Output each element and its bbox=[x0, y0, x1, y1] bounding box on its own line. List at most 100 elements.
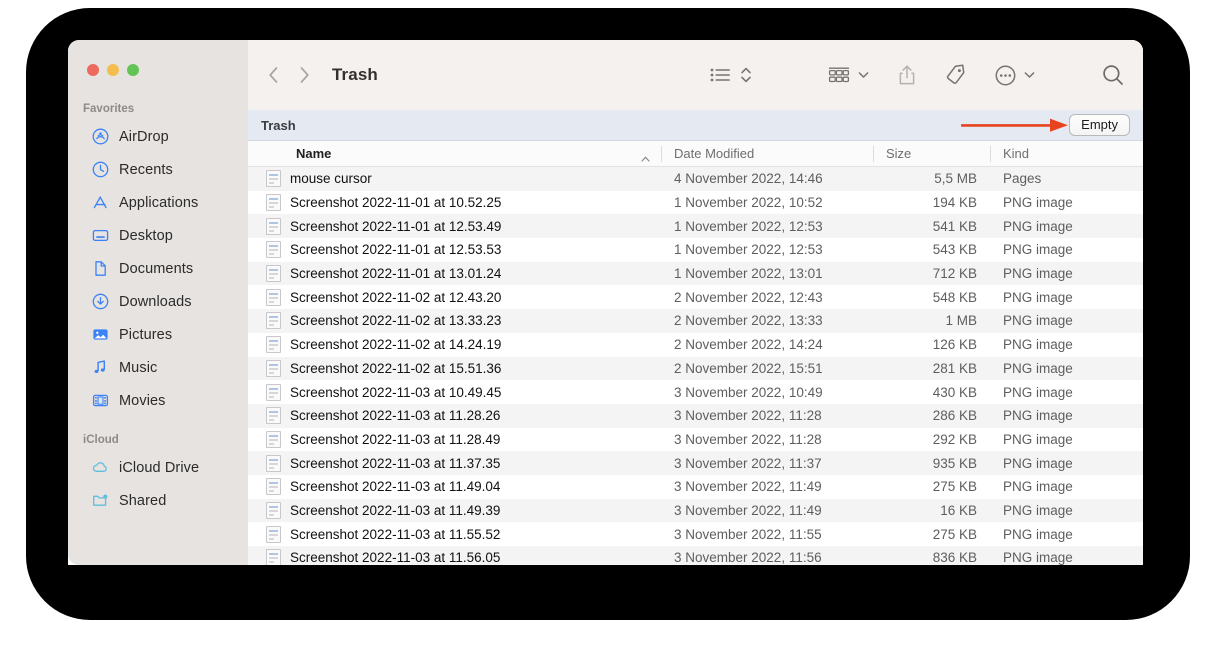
file-name-cell[interactable]: Screenshot 2022-11-02 at 15.51.36 bbox=[248, 357, 661, 381]
table-row[interactable]: Screenshot 2022-11-01 at 12.53.491 Novem… bbox=[248, 214, 1143, 238]
chevron-up-down-icon[interactable] bbox=[740, 59, 752, 91]
file-name-cell[interactable]: Screenshot 2022-11-01 at 12.53.49 bbox=[248, 214, 661, 238]
table-row[interactable]: Screenshot 2022-11-01 at 10.52.251 Novem… bbox=[248, 191, 1143, 215]
file-name-cell[interactable]: Screenshot 2022-11-03 at 11.56.05 bbox=[248, 546, 661, 565]
file-size-cell: 126 KB bbox=[873, 333, 990, 357]
file-name-label: Screenshot 2022-11-03 at 10.49.45 bbox=[290, 385, 501, 400]
column-header-size[interactable]: Size bbox=[873, 141, 990, 167]
table-row[interactable]: Screenshot 2022-11-01 at 13.01.241 Novem… bbox=[248, 262, 1143, 286]
sidebar-item-music[interactable]: Music bbox=[76, 351, 240, 384]
file-size-cell: 836 KB bbox=[873, 546, 990, 565]
share-icon[interactable] bbox=[897, 59, 917, 91]
zoom-button[interactable] bbox=[127, 64, 139, 76]
group-by-icon[interactable] bbox=[828, 59, 850, 91]
sidebar-item-label: iCloud Drive bbox=[119, 460, 199, 476]
table-row[interactable]: Screenshot 2022-11-02 at 12.43.20 2 Novem… bbox=[248, 285, 1143, 309]
file-size-cell: 286 KB bbox=[873, 404, 990, 428]
file-name-cell[interactable]: Screenshot 2022-11-03 at 11.37.35 bbox=[248, 451, 661, 475]
sidebar-item-icloud-drive[interactable]: iCloud Drive bbox=[76, 451, 240, 484]
chevron-down-icon[interactable] bbox=[1024, 59, 1035, 91]
sidebar-item-recents[interactable]: Recents bbox=[76, 153, 240, 186]
sidebar-item-label: Applications bbox=[119, 195, 198, 211]
file-name-cell[interactable]: Screenshot 2022-11-03 at 11.55.52 bbox=[248, 522, 661, 546]
table-row[interactable]: Screenshot 2022-11-03 at 10.49.453 Novem… bbox=[248, 380, 1143, 404]
file-kind-cell: PNG image bbox=[990, 475, 1143, 499]
file-name-label: Screenshot 2022-11-03 at 11.28.26 bbox=[290, 408, 500, 423]
file-date-cell: 3 November 2022, 11:49 bbox=[661, 499, 873, 523]
file-kind-cell: PNG image bbox=[990, 357, 1143, 381]
ellipsis-circle-icon[interactable] bbox=[995, 59, 1016, 91]
file-name-cell[interactable]: Screenshot 2022-11-03 at 11.28.49 bbox=[248, 428, 661, 452]
table-row[interactable]: Screenshot 2022-11-03 at 11.28.263 Novem… bbox=[248, 404, 1143, 428]
more-options-button[interactable] bbox=[995, 59, 1035, 91]
file-name-label: Screenshot 2022-11-02 at 13.33.23 bbox=[290, 313, 501, 328]
trash-label: Trash bbox=[261, 118, 296, 133]
file-name-label: Screenshot 2022-11-02 at 14.24.19 bbox=[290, 337, 501, 352]
view-options-group bbox=[710, 59, 752, 91]
file-name-cell[interactable]: Screenshot 2022-11-02 at 14.24.19 bbox=[248, 333, 661, 357]
table-row[interactable]: Screenshot 2022-11-02 at 15.51.362 Novem… bbox=[248, 357, 1143, 381]
sidebar-item-label: Pictures bbox=[119, 327, 172, 343]
sidebar-item-label: Documents bbox=[119, 261, 193, 277]
chevron-down-icon[interactable] bbox=[858, 59, 869, 91]
minimize-button[interactable] bbox=[107, 64, 119, 76]
file-thumbnail-icon bbox=[266, 218, 281, 235]
sidebar-item-shared[interactable]: Shared bbox=[76, 484, 240, 517]
table-row[interactable]: Screenshot 2022-11-03 at 11.37.353 Novem… bbox=[248, 451, 1143, 475]
file-size-cell: 275 KB bbox=[873, 522, 990, 546]
file-date-cell: 2 November 2022, 12:43 bbox=[661, 285, 873, 309]
file-size-cell: 1 MB bbox=[873, 309, 990, 333]
file-thumbnail-icon bbox=[266, 502, 281, 519]
file-name-cell[interactable]: Screenshot 2022-11-03 at 10.49.45 bbox=[248, 380, 661, 404]
file-size-cell: 543 KB bbox=[873, 238, 990, 262]
cloud-icon bbox=[91, 459, 109, 477]
file-date-cell: 2 November 2022, 13:33 bbox=[661, 309, 873, 333]
list-view-icon[interactable] bbox=[710, 59, 731, 91]
table-row[interactable]: Screenshot 2022-11-03 at 11.28.493 Novem… bbox=[248, 428, 1143, 452]
column-header-name[interactable]: Name bbox=[248, 141, 661, 167]
sidebar-item-applications[interactable]: Applications bbox=[76, 186, 240, 219]
file-thumbnail-icon bbox=[266, 312, 281, 329]
file-name-label: Screenshot 2022-11-02 at 15.51.36 bbox=[290, 361, 501, 376]
group-by-button[interactable] bbox=[828, 59, 869, 91]
file-kind-cell: PNG image bbox=[990, 546, 1143, 565]
chevron-right-icon[interactable] bbox=[299, 66, 310, 84]
sidebar-item-airdrop[interactable]: AirDrop bbox=[76, 120, 240, 153]
sidebar-item-downloads[interactable]: Downloads bbox=[76, 285, 240, 318]
column-header-kind[interactable]: Kind bbox=[990, 141, 1143, 167]
file-name-cell[interactable]: mouse cursor bbox=[248, 167, 661, 191]
table-row[interactable]: Screenshot 2022-11-03 at 11.55.523 Novem… bbox=[248, 522, 1143, 546]
file-name-cell[interactable]: Screenshot 2022-11-02 at 12.43.20 bbox=[248, 285, 661, 309]
file-name-cell[interactable]: Screenshot 2022-11-01 at 10.52.25 bbox=[248, 191, 661, 215]
file-name-cell[interactable]: Screenshot 2022-11-03 at 11.49.04 bbox=[248, 475, 661, 499]
column-header-date-modified[interactable]: Date Modified bbox=[661, 141, 873, 167]
table-row[interactable]: Screenshot 2022-11-01 at 12.53.531 Novem… bbox=[248, 238, 1143, 262]
tag-icon[interactable] bbox=[945, 59, 967, 91]
close-button[interactable] bbox=[87, 64, 99, 76]
sidebar-item-documents[interactable]: Documents bbox=[76, 252, 240, 285]
sidebar-item-movies[interactable]: Movies bbox=[76, 384, 240, 417]
table-row[interactable]: Screenshot 2022-11-03 at 11.56.053 Novem… bbox=[248, 546, 1143, 565]
file-name-label: Screenshot 2022-11-02 at 12.43.20 bbox=[290, 290, 501, 305]
file-name-cell[interactable]: Screenshot 2022-11-01 at 13.01.24 bbox=[248, 262, 661, 286]
sidebar-item-pictures[interactable]: Pictures bbox=[76, 318, 240, 351]
sidebar-item-desktop[interactable]: Desktop bbox=[76, 219, 240, 252]
table-row[interactable]: mouse cursor4 November 2022, 14:465,5 MB… bbox=[248, 167, 1143, 191]
chevron-left-icon[interactable] bbox=[268, 66, 279, 84]
table-row[interactable]: Screenshot 2022-11-02 at 13.33.23 2 Novem… bbox=[248, 309, 1143, 333]
table-row[interactable]: Screenshot 2022-11-02 at 14.24.192 Novem… bbox=[248, 333, 1143, 357]
file-date-cell: 3 November 2022, 11:49 bbox=[661, 475, 873, 499]
file-name-cell[interactable]: Screenshot 2022-11-01 at 12.53.53 bbox=[248, 238, 661, 262]
file-name-cell[interactable]: Screenshot 2022-11-03 at 11.28.26 bbox=[248, 404, 661, 428]
search-icon[interactable] bbox=[1101, 59, 1125, 91]
file-list[interactable]: mouse cursor4 November 2022, 14:465,5 MB… bbox=[248, 167, 1143, 565]
empty-trash-button[interactable]: Empty bbox=[1069, 114, 1130, 136]
file-thumbnail-icon bbox=[266, 549, 281, 565]
table-row[interactable]: Screenshot 2022-11-03 at 11.49.393 Novem… bbox=[248, 499, 1143, 523]
table-row[interactable]: Screenshot 2022-11-03 at 11.49.043 Novem… bbox=[248, 475, 1143, 499]
file-size-cell: 541 KB bbox=[873, 214, 990, 238]
file-name-cell[interactable]: Screenshot 2022-11-02 at 13.33.23 bbox=[248, 309, 661, 333]
file-name-cell[interactable]: Screenshot 2022-11-03 at 11.49.39 bbox=[248, 499, 661, 523]
file-thumbnail-icon bbox=[266, 241, 281, 258]
file-thumbnail-icon bbox=[266, 289, 281, 306]
